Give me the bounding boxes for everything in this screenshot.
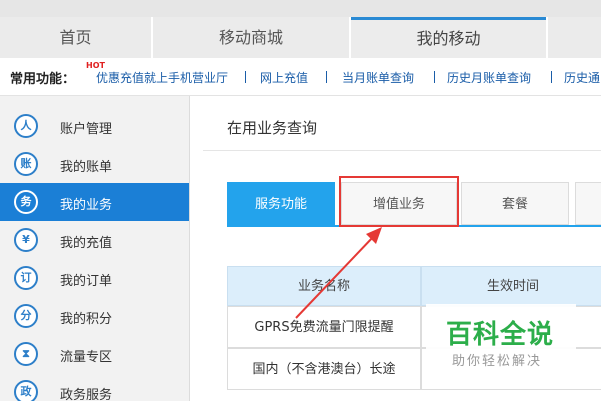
watermark-title: 百科全说: [446, 320, 555, 350]
watermark-logo: 百科全说 助你轻松解决: [426, 304, 576, 374]
watermark-subtitle: 助你轻松解决: [452, 354, 543, 369]
